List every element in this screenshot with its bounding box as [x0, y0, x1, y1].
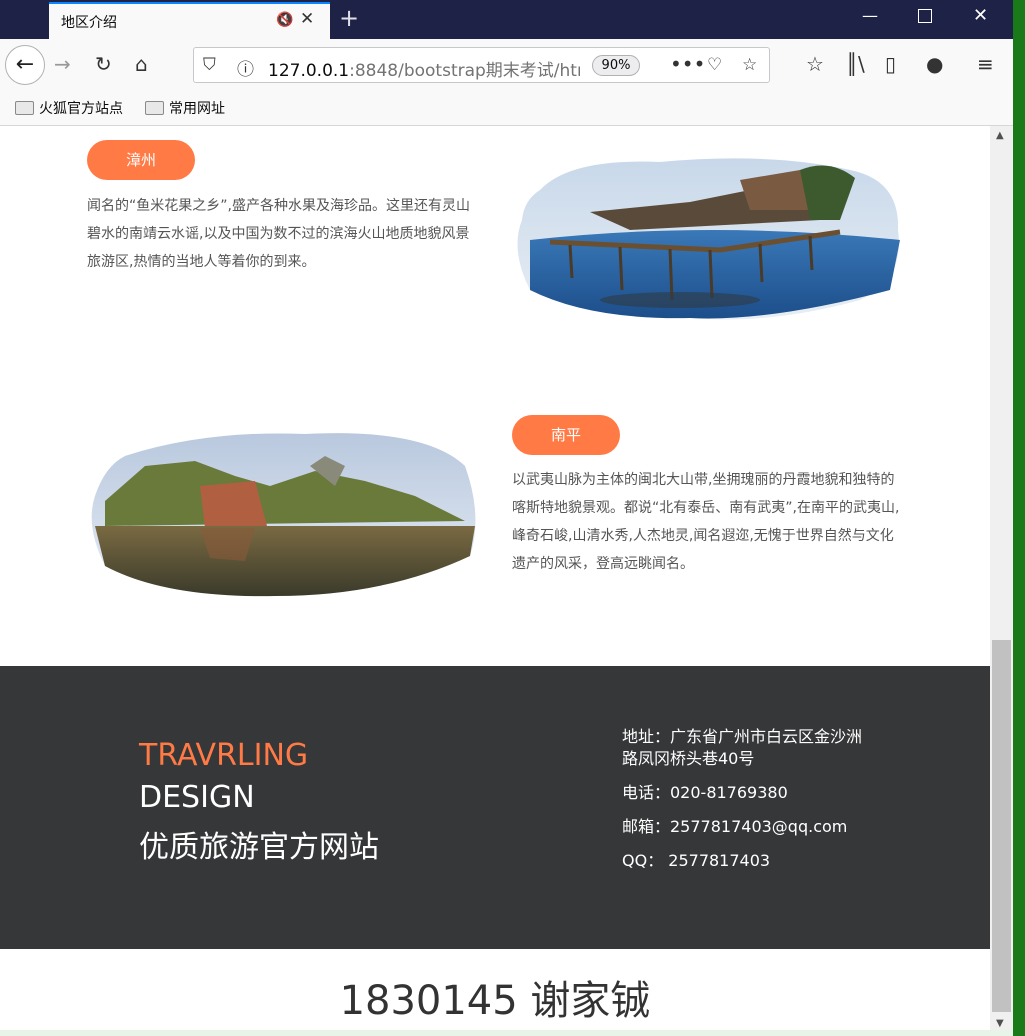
- shield-icon[interactable]: ⛉: [203, 55, 216, 75]
- scroll-up-icon[interactable]: ▲: [996, 130, 1004, 141]
- sidebar-icon[interactable]: ▯: [885, 52, 896, 76]
- brand-tagline: 优质旅游官方网站: [139, 830, 379, 865]
- bookmark-item[interactable]: 常用网址: [145, 98, 225, 118]
- bookmarks-menu-icon[interactable]: ☆: [806, 52, 824, 76]
- brand-line-1: TRAVRLING: [139, 738, 309, 773]
- url-text[interactable]: 127.0.0.1:8848/bootstrap期末考试/htm: [268, 56, 580, 81]
- active-tab[interactable]: 地区介绍 🔇 ✕: [49, 2, 330, 39]
- url-path: :8848/bootstrap期末考试/htm: [349, 61, 580, 81]
- bookmark-label: 火狐官方站点: [39, 101, 123, 117]
- title-bar: 地区介绍 🔇 ✕ + — ✕: [0, 0, 1013, 39]
- url-host: 127.0.0.1: [268, 61, 350, 81]
- site-footer: TRAVRLING DESIGN 优质旅游官方网站 地址：广东省广州市白云区金沙…: [0, 666, 990, 949]
- footer-qq: QQ： 2577817403: [622, 851, 771, 870]
- folder-icon: [145, 101, 164, 115]
- footer-email: 邮箱：2577817403@qq.com: [622, 817, 848, 836]
- page-scrollbar[interactable]: ▲ ▼: [990, 126, 1013, 1036]
- tab-title: 地区介绍: [61, 15, 117, 31]
- status-strip: [0, 1030, 1013, 1036]
- region-badge-nanping[interactable]: 南平: [512, 415, 620, 455]
- account-icon[interactable]: ●: [926, 52, 943, 76]
- new-tab-icon[interactable]: +: [339, 4, 359, 32]
- maximize-icon[interactable]: [918, 9, 932, 23]
- menu-icon[interactable]: ≡: [977, 52, 994, 76]
- bookmarks-toolbar: 火狐官方站点 常用网址: [0, 91, 1013, 126]
- bookmark-label: 常用网址: [169, 101, 225, 117]
- home-icon[interactable]: ⌂: [135, 52, 148, 76]
- page-content: 漳州 闻名的“鱼米花果之乡”,盛产各种水果及海珍品。这里还有灵山碧水的南靖云水谣…: [0, 126, 990, 1036]
- reload-icon[interactable]: ↻: [95, 52, 112, 76]
- footer-address: 地址：广东省广州市白云区金沙洲路凤冈桥头巷40号: [622, 727, 863, 768]
- bookmark-star-icon[interactable]: ☆: [742, 55, 757, 75]
- url-bar[interactable]: ⛉ ⓘ 127.0.0.1:8848/bootstrap期末考试/htm 90%…: [193, 47, 770, 83]
- minimize-icon[interactable]: —: [862, 6, 878, 25]
- footer-phone: 电话：020-81769380: [622, 783, 788, 802]
- author-signature: 1830145 谢家铖: [339, 978, 651, 1024]
- forward-icon[interactable]: →: [54, 52, 71, 76]
- region-description: 闻名的“鱼米花果之乡”,盛产各种水果及海珍品。这里还有灵山碧水的南靖云水谣,以及…: [87, 198, 470, 270]
- folder-icon: [15, 101, 34, 115]
- library-icon[interactable]: ║\: [846, 52, 865, 76]
- nanping-photo: [91, 433, 476, 597]
- back-arrow-icon: ←: [15, 52, 35, 77]
- close-window-icon[interactable]: ✕: [973, 5, 988, 26]
- region-badge-zhangzhou[interactable]: 漳州: [87, 140, 195, 180]
- page-actions-icon[interactable]: •••: [670, 52, 705, 76]
- scroll-down-icon[interactable]: ▼: [996, 1018, 1004, 1029]
- brand-line-2: DESIGN: [139, 780, 255, 815]
- bookmark-item[interactable]: 火狐官方站点: [15, 98, 123, 118]
- region-description: 以武夷山脉为主体的闽北大山带,坐拥瑰丽的丹霞地貌和独特的喀斯特地貌景观。都说“北…: [512, 472, 900, 572]
- zhangzhou-photo: [517, 158, 900, 320]
- pocket-icon[interactable]: ♡: [707, 55, 722, 75]
- nav-toolbar: ← → ↻ ⌂ ⛉ ⓘ 127.0.0.1:8848/bootstrap期末考试…: [0, 39, 1013, 91]
- info-icon[interactable]: ⓘ: [237, 55, 254, 80]
- scroll-thumb[interactable]: [992, 640, 1011, 1012]
- back-button[interactable]: ←: [5, 45, 45, 85]
- mute-tab-icon[interactable]: 🔇: [276, 12, 293, 28]
- zoom-badge[interactable]: 90%: [592, 55, 640, 76]
- background-window-edge: [1013, 0, 1025, 1036]
- close-tab-icon[interactable]: ✕: [300, 9, 314, 29]
